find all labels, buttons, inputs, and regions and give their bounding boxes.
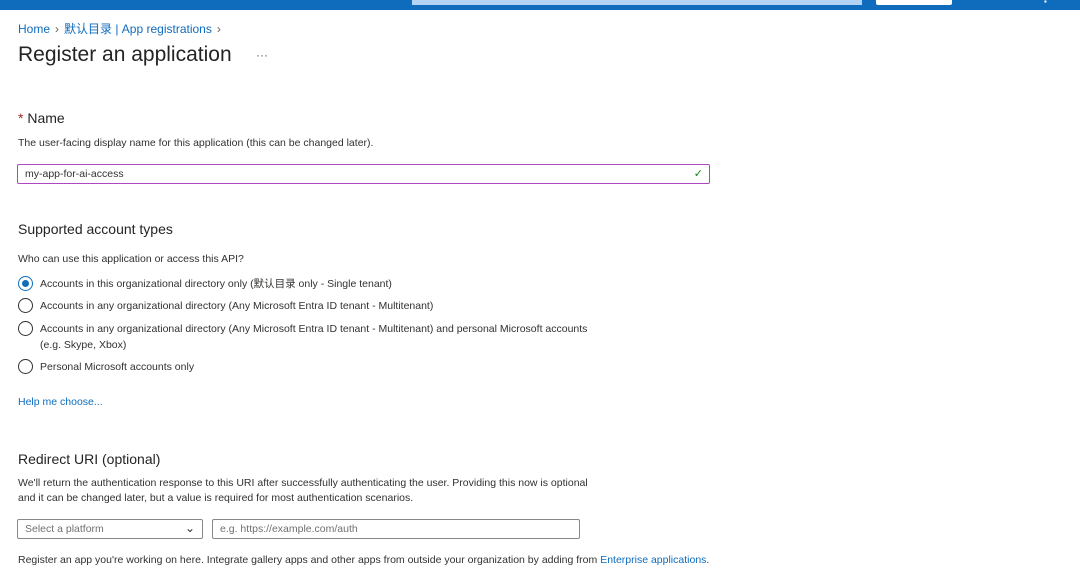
- page-title: Register an application: [18, 43, 232, 66]
- name-description: The user-facing display name for this ap…: [18, 137, 374, 149]
- top-bar: ▪: [0, 0, 1080, 10]
- enterprise-applications-link[interactable]: Enterprise applications: [600, 554, 706, 566]
- chevron-right-icon: ›: [55, 22, 60, 36]
- radio-selected-icon: [18, 276, 33, 291]
- radio-single-tenant[interactable]: Accounts in this organizational director…: [18, 276, 392, 292]
- redirect-uri-description: We'll return the authentication response…: [18, 477, 588, 504]
- redirect-uri-input[interactable]: e.g. https://example.com/auth: [212, 519, 580, 539]
- chevron-right-icon: ›: [216, 22, 221, 36]
- account-types-question: Who can use this application or access t…: [18, 253, 244, 265]
- redirect-uri-label: Redirect URI (optional): [18, 451, 161, 467]
- account-icon[interactable]: ▪: [1044, 0, 1054, 6]
- name-input[interactable]: my-app-for-ai-access ✓: [17, 164, 710, 184]
- breadcrumb-home[interactable]: Home: [18, 22, 50, 36]
- global-search-input[interactable]: [412, 0, 862, 5]
- radio-personal-only[interactable]: Personal Microsoft accounts only: [18, 359, 194, 375]
- radio-multitenant[interactable]: Accounts in any organizational directory…: [18, 298, 433, 314]
- breadcrumb: Home › 默认目录 | App registrations ›: [18, 20, 226, 37]
- name-label: * Name: [18, 110, 65, 126]
- chevron-down-icon: ⌄: [184, 521, 195, 535]
- radio-icon: [18, 321, 33, 336]
- checkmark-icon: ✓: [693, 168, 703, 180]
- help-me-choose-link[interactable]: Help me choose...: [18, 395, 103, 410]
- radio-icon: [18, 359, 33, 374]
- breadcrumb-app-registrations[interactable]: 默认目录 | App registrations: [64, 22, 212, 36]
- platform-select[interactable]: Select a platform ⌄: [17, 519, 203, 539]
- top-bar-button[interactable]: [876, 0, 952, 5]
- account-types-label: Supported account types: [18, 221, 173, 237]
- more-options-button[interactable]: ···: [256, 48, 268, 62]
- radio-icon: [18, 298, 33, 313]
- radio-multitenant-personal[interactable]: Accounts in any organizational directory…: [18, 321, 598, 353]
- footer-text: Register an app you're working on here. …: [18, 554, 710, 566]
